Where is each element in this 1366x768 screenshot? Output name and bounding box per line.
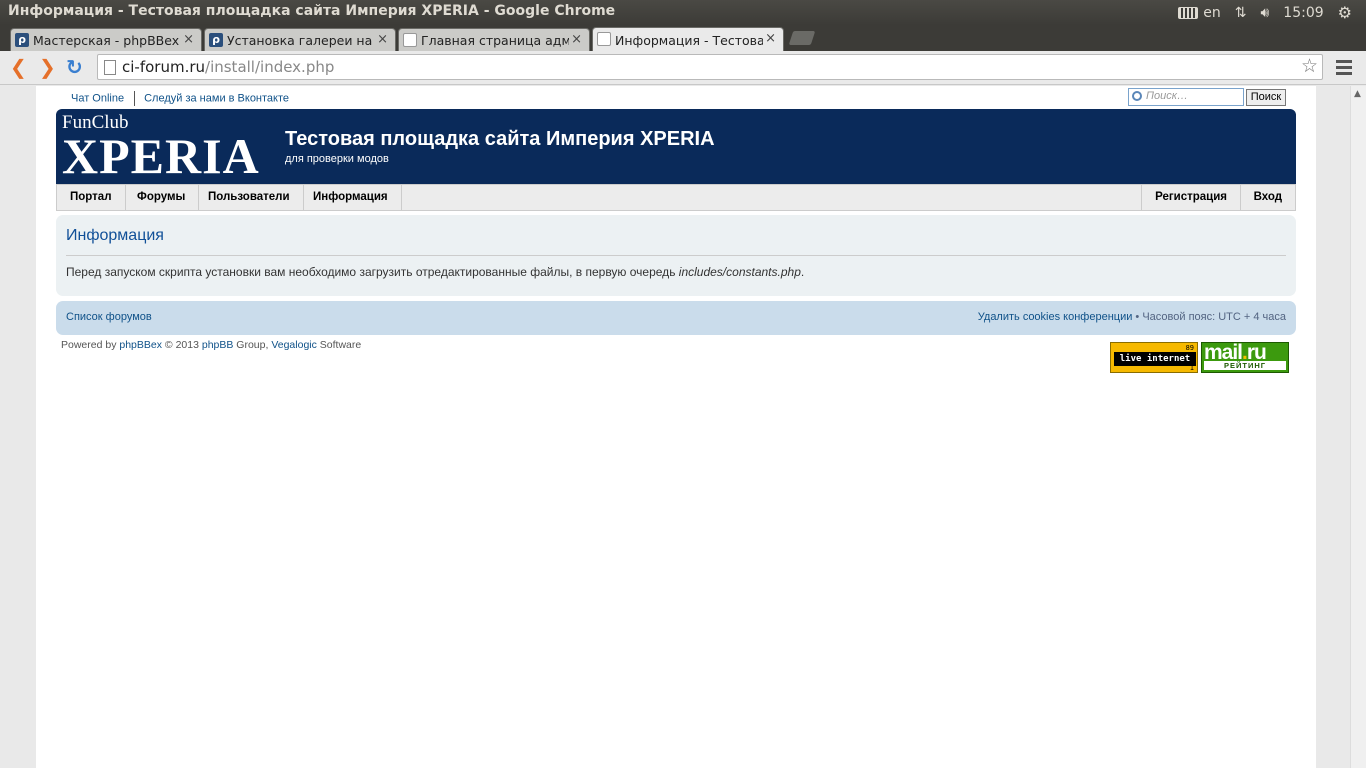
liveinternet-counter[interactable]: 89 live internet 1 <box>1110 342 1198 373</box>
mailru-rating-counter[interactable]: mail.ru РЕЙТИНГ <box>1201 341 1289 373</box>
back-arrow-icon[interactable]: ❮ <box>10 56 27 78</box>
nav-portal[interactable]: Портал <box>57 185 126 210</box>
constants-file-name: includes/constants.php <box>678 265 801 279</box>
close-icon[interactable]: × <box>765 31 776 46</box>
site-name: Тестовая площадка сайта Империя XPERIA <box>285 128 715 150</box>
page-icon <box>403 33 417 47</box>
phpbb-icon: ρ <box>209 33 223 47</box>
keyboard-layout-indicator[interactable]: en <box>1178 5 1221 21</box>
site-logo[interactable]: FunClub XPERIA <box>62 113 260 184</box>
power-icon[interactable]: ⚙︎ <box>1338 3 1352 22</box>
reload-icon[interactable]: ↻ <box>66 56 83 78</box>
forum-navbar: Портал Форумы Пользователи Информация Ре… <box>56 184 1296 211</box>
browser-tab[interactable]: ρ Мастерская - phpBBex × <box>10 28 202 51</box>
nav-forums[interactable]: Форумы <box>124 185 200 210</box>
tab-label: Главная страница админ <box>421 32 569 48</box>
nav-users[interactable]: Пользователи <box>195 185 304 210</box>
keyboard-icon <box>1178 6 1199 19</box>
nav-information[interactable]: Информация <box>300 185 402 210</box>
close-icon[interactable]: × <box>183 32 194 47</box>
chrome-menu-icon[interactable] <box>1336 60 1352 78</box>
liveinternet-logo: live internet <box>1114 352 1196 366</box>
phpbb-link[interactable]: phpBB <box>202 339 234 351</box>
mailru-rating-label: РЕЙТИНГ <box>1204 361 1286 370</box>
window-title: Информация - Тестовая площадка сайта Имп… <box>8 3 616 19</box>
network-icon[interactable]: ⇅ <box>1235 5 1247 21</box>
vertical-scrollbar[interactable]: ▲ <box>1350 86 1366 768</box>
nav-register[interactable]: Регистрация <box>1141 185 1240 210</box>
logo-line2: XPERIA <box>62 128 260 184</box>
divider <box>66 255 1286 256</box>
browser-tab[interactable]: ρ Установка галереи на ph × <box>204 28 396 51</box>
forward-arrow-icon[interactable]: ❯ <box>39 56 56 78</box>
clock[interactable]: 15:09 <box>1283 5 1323 21</box>
tab-label: Установка галереи на ph <box>227 32 375 48</box>
forum-index-link[interactable]: Список форумов <box>66 311 152 323</box>
tab-strip: ρ Мастерская - phpBBex × ρ Установка гал… <box>0 25 1366 52</box>
tab-label: Информация - Тестовая <box>615 32 763 48</box>
delete-cookies-link[interactable]: Удалить cookies конференции <box>978 311 1133 323</box>
web-page: Чат Online Следуй за нами в Вконтакте Пои… <box>36 86 1316 768</box>
search-placeholder: Поиск… <box>1146 90 1188 102</box>
search-icon <box>1132 91 1142 101</box>
page-icon <box>597 32 611 46</box>
search-input[interactable]: Поиск… <box>1128 88 1244 106</box>
phpbbex-link[interactable]: phpBBex <box>119 339 162 351</box>
browser-tab-active[interactable]: Информация - Тестовая × <box>592 27 784 52</box>
site-description: для проверки модов <box>285 153 389 165</box>
phpbb-icon: ρ <box>15 33 29 47</box>
search-button[interactable]: Поиск <box>1246 89 1286 106</box>
system-top-panel: Информация - Тестовая площадка сайта Имп… <box>0 0 1366 25</box>
vk-follow-link[interactable]: Следуй за нами в Вконтакте <box>144 92 289 104</box>
bookmark-star-icon[interactable]: ☆ <box>1301 55 1318 77</box>
footer-bar: Список форумов Удалить cookies конференц… <box>56 301 1296 335</box>
new-tab-button[interactable] <box>788 31 816 45</box>
chat-online-link[interactable]: Чат Online <box>71 92 124 104</box>
page-icon <box>104 60 116 75</box>
nav-login[interactable]: Вход <box>1239 185 1295 210</box>
info-message: Перед запуском скрипта установки вам нео… <box>66 265 805 279</box>
keyboard-layout-label: en <box>1203 4 1221 21</box>
divider <box>134 91 136 106</box>
scroll-up-arrow-icon[interactable]: ▲ <box>1354 89 1361 99</box>
volume-icon[interactable]: 🔊︎ <box>1260 5 1269 21</box>
close-icon[interactable]: × <box>377 32 388 47</box>
footer-right: Удалить cookies конференции • Часовой по… <box>977 311 1286 323</box>
copyright: Powered by phpBBex © 2013 phpBB Group, V… <box>61 339 362 351</box>
tab-label: Мастерская - phpBBex <box>33 32 180 48</box>
system-tray: en ⇅ 🔊︎ 15:09 ⚙︎ <box>1178 0 1366 25</box>
top-links: Чат Online Следуй за нами в Вконтакте <box>71 91 289 106</box>
address-bar[interactable]: ci-forum.ru/install/index.php ☆ <box>97 54 1323 80</box>
vegalogic-link[interactable]: Vegalogic <box>271 339 317 351</box>
forum-header: FunClub XPERIA Тестовая площадка сайта И… <box>56 109 1296 184</box>
close-icon[interactable]: × <box>571 32 582 47</box>
browser-toolbar: ❮ ❯ ↻ ci-forum.ru/install/index.php ☆ <box>0 51 1366 85</box>
url-text[interactable]: ci-forum.ru/install/index.php <box>122 58 334 76</box>
info-panel: Информация Перед запуском скрипта устано… <box>56 215 1296 296</box>
timezone-label: Часовой пояс: UTC + 4 часа <box>1142 311 1286 323</box>
browser-tab[interactable]: Главная страница админ × <box>398 28 590 51</box>
info-heading: Информация <box>66 227 164 244</box>
